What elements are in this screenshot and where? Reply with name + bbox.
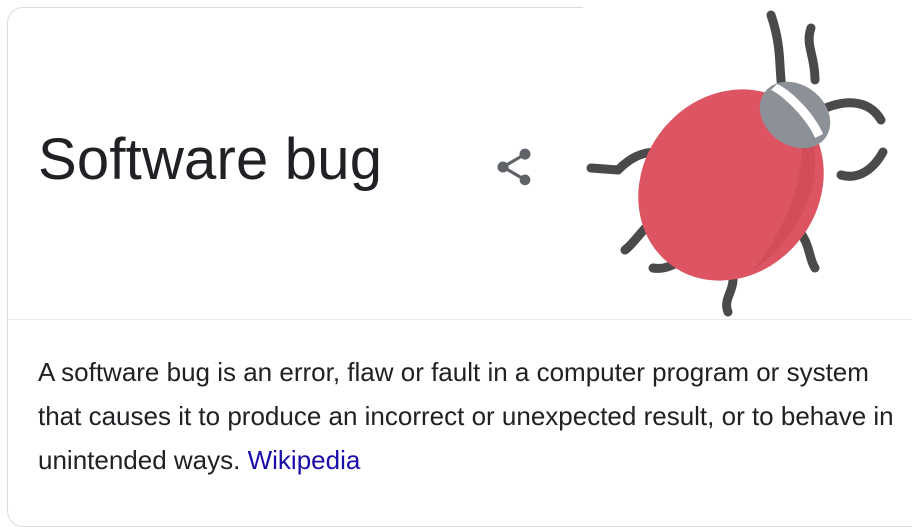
topic-image[interactable]	[583, 0, 912, 318]
description-text: A software bug is an error, flaw or faul…	[38, 357, 894, 475]
description-snippet: A software bug is an error, flaw or faul…	[38, 350, 898, 482]
bug-illustration-icon	[586, 10, 888, 317]
section-divider	[8, 319, 912, 320]
share-button[interactable]	[488, 141, 540, 193]
page-title: Software bug	[38, 127, 383, 192]
wikipedia-link[interactable]: Wikipedia	[248, 445, 361, 475]
knowledge-panel-header: Software bug	[0, 0, 912, 320]
share-icon	[497, 148, 531, 186]
